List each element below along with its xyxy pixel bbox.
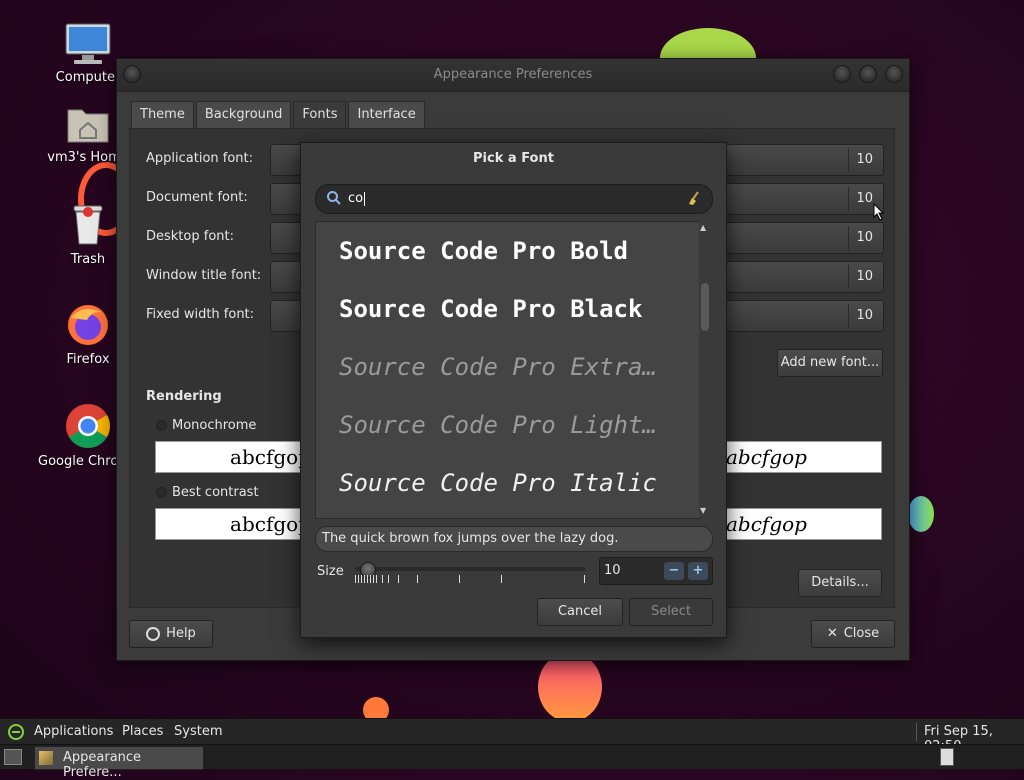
decrease-size-button[interactable]: − [664,562,684,580]
radio-label: Best contrast [172,485,259,500]
cancel-button[interactable]: Cancel [537,598,623,626]
separator [848,148,849,172]
increase-size-button[interactable]: + [688,562,708,580]
workspace-switcher-icon[interactable] [940,748,954,766]
font-row-label: Fixed width font: [146,307,255,322]
best-contrast-radio[interactable]: Best contrast [156,485,259,500]
window-title: Appearance Preferences [433,67,593,82]
font-size-value: 10 [856,269,873,284]
appearance-app-icon [39,751,53,765]
font-list-scrollbar[interactable]: ▲ ▼ [699,221,711,517]
search-icon [326,190,342,210]
preferences-tabs: Theme Background Fonts Interface [131,101,427,128]
system-menu[interactable]: System [174,724,222,739]
sample-text: abcfgop [726,512,807,536]
scroll-down-arrow-icon[interactable]: ▼ [700,506,706,515]
scroll-up-arrow-icon[interactable]: ▲ [700,223,706,232]
sample-text: abcfgop [726,445,807,469]
chrome-icon [64,402,112,450]
home-folder-icon [64,102,112,146]
close-icon: ✕ [826,626,838,641]
close-window-button[interactable] [885,65,903,83]
best-contrast-sample-left: abcfgop [155,508,312,540]
monochrome-radio[interactable]: Monochrome [156,418,256,433]
wallpaper-blob-pink [538,652,602,722]
minimize-button[interactable] [833,65,851,83]
places-menu[interactable]: Places [122,724,163,739]
sample-text: abcfgop [230,512,311,536]
mouse-cursor-icon [873,202,885,225]
tab-background[interactable]: Background [195,101,292,128]
font-size-value: 10 [856,191,873,206]
radio-label: Monochrome [172,418,257,433]
computer-icon [64,22,112,66]
firefox-icon [65,302,111,348]
help-button[interactable]: Help [129,620,213,648]
font-preview-field[interactable]: The quick brown fox jumps over the lazy … [315,526,713,552]
maximize-button[interactable] [859,65,877,83]
separator [848,265,849,289]
size-label: Size [317,564,344,579]
monochrome-sample-right: abcfgop [725,441,882,473]
font-list-item[interactable]: Source Code Pro Black [316,280,700,338]
separator [848,226,849,250]
rendering-heading: Rendering [146,389,222,404]
applications-menu[interactable]: Applications [34,724,113,739]
preview-text: The quick brown fox jumps over the lazy … [322,531,619,546]
show-desktop-icon[interactable] [4,749,22,765]
radio-indicator [156,487,167,498]
scrollbar-thumb[interactable] [701,283,709,331]
font-size-value: 10 [856,152,873,167]
font-row-label: Window title font: [146,268,262,283]
trash-icon [68,202,108,248]
font-search-input[interactable]: co [315,184,713,214]
size-slider-ticks [355,575,587,585]
font-size-value: 10 [856,308,873,323]
panel-separator [916,723,917,741]
task-panel: Appearance Prefere... [0,744,1024,780]
taskbar-item-appearance[interactable]: Appearance Prefere... [34,746,204,780]
sample-text: abcfgop [230,445,311,469]
separator [848,187,849,211]
radio-indicator [156,420,167,431]
font-list-item[interactable]: Source Code Pro Extra… [316,338,700,396]
font-list-item[interactable]: Source Code Pro Light… [316,396,700,454]
font-row-label: Desktop font: [146,229,234,244]
window-titlebar[interactable]: Appearance Preferences [117,59,909,92]
details-button[interactable]: Details... [798,569,882,597]
close-label: Close [843,626,880,641]
separator [848,304,849,328]
font-size-value: 10 [856,230,873,245]
tab-fonts[interactable]: Fonts [293,101,347,128]
pick-a-font-dialog: Pick a Font co Source Code Pro Bold Sour… [300,142,727,638]
close-button[interactable]: ✕ Close [811,620,895,648]
search-value: co [348,191,364,206]
help-label: Help [166,626,196,641]
wallpaper-blob-teal [908,496,934,532]
size-slider[interactable] [355,562,585,578]
font-row-label: Application font: [146,151,254,166]
font-row-label: Document font: [146,190,248,205]
font-list-item[interactable]: Source Code Pro Bold [316,222,700,280]
taskbar-item-label: Appearance Prefere... [63,750,142,780]
clear-search-icon[interactable] [686,190,702,210]
text-caret [364,191,366,206]
add-new-font-button[interactable]: Add new font... [777,349,883,377]
select-button[interactable]: Select [629,598,713,626]
best-contrast-sample-right: abcfgop [725,508,882,540]
dialog-title: Pick a Font [473,151,554,166]
font-list[interactable]: Source Code Pro Bold Source Code Pro Bla… [315,221,701,519]
monochrome-sample-left: abcfgop [155,441,312,473]
tab-interface[interactable]: Interface [348,101,425,128]
tab-theme[interactable]: Theme [131,101,194,128]
menu-panel: Applications Places System Fri Sep 15, 0… [0,718,1024,754]
size-value: 10 [604,563,621,578]
font-list-item[interactable]: Source Code Pro Italic [316,454,700,512]
help-icon [146,626,161,641]
mate-logo-icon[interactable] [8,724,24,744]
size-spinbox[interactable]: 10 − + [599,557,713,585]
